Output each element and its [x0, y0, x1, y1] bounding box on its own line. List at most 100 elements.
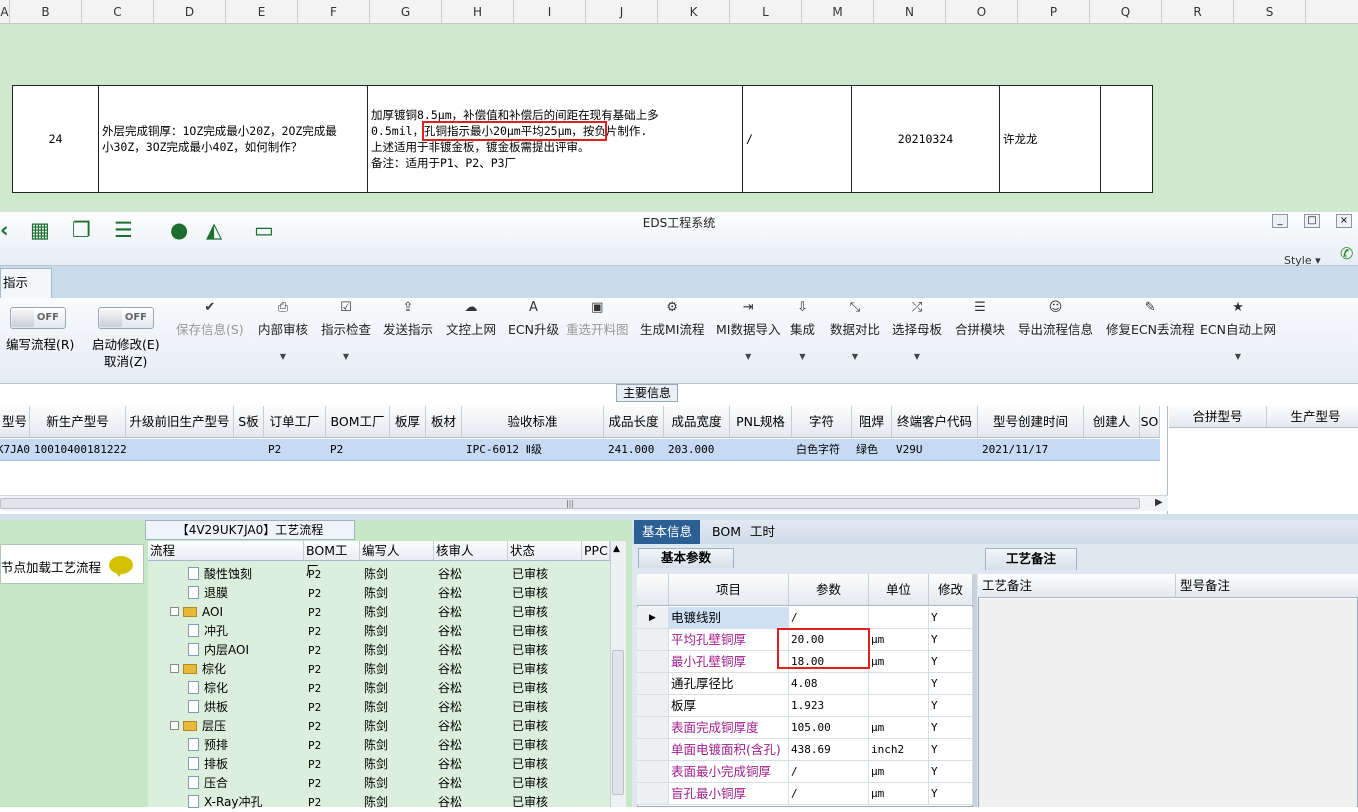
date-cell[interactable]: 20210324 [852, 86, 1000, 192]
param-value-cell[interactable]: / [789, 761, 869, 782]
column-header[interactable]: 修改 [929, 574, 973, 605]
list-item[interactable]: X-Ray冲孔 P2 陈剑 谷松 已审核 [148, 793, 582, 812]
column-header[interactable]: 板材 [426, 406, 462, 437]
column-header[interactable]: 创建人 [1084, 406, 1140, 437]
ribbon-button[interactable]: ☰ 合拼模块 [955, 300, 1005, 338]
column-header[interactable]: 型号创建时间 [978, 406, 1084, 437]
table-row[interactable]: ▶ 电镀线别 / Y [637, 607, 973, 629]
column-header[interactable]: 型号 [0, 406, 30, 437]
scroll-right-icon[interactable]: ▶ [1155, 497, 1163, 508]
ribbon-button[interactable]: ☺ 导出流程信息 [1018, 300, 1093, 338]
column-header[interactable]: BOM工厂 [304, 541, 360, 578]
table-cell[interactable] [390, 439, 426, 460]
column-header[interactable]: PPC [582, 541, 610, 560]
column-header[interactable]: S板 [234, 406, 264, 437]
param-scrollbar[interactable] [973, 574, 977, 807]
column-header[interactable]: D [154, 0, 226, 24]
maximize-icon[interactable]: □ [1304, 214, 1320, 228]
collapse-icon[interactable]: − [170, 607, 179, 616]
row-selector[interactable] [637, 695, 669, 716]
row-pointer-icon[interactable]: ▶ [637, 607, 669, 628]
list-item[interactable]: − 棕化 P2 陈剑 谷松 已审核 [148, 660, 582, 679]
column-header[interactable]: P [1018, 0, 1090, 24]
list-item[interactable]: 冲孔 P2 陈剑 谷松 已审核 [148, 622, 582, 641]
empty-cell[interactable] [1101, 86, 1152, 192]
table-cell[interactable] [730, 439, 792, 460]
tab-hours[interactable]: 工时 [742, 520, 783, 544]
ribbon-button[interactable]: ☁ 文控上网 [446, 300, 496, 338]
merge-model-header[interactable]: 合拼型号 [1169, 406, 1267, 427]
dropdown-arrow-icon[interactable]: ▼ [830, 352, 880, 361]
column-header[interactable]: N [874, 0, 946, 24]
table-cell[interactable] [126, 439, 234, 460]
column-header[interactable]: G [370, 0, 442, 24]
column-header[interactable]: 终端客户代码 [892, 406, 978, 437]
table-cell[interactable] [1084, 439, 1140, 460]
column-header[interactable]: 成品宽度 [664, 406, 730, 437]
phone-icon[interactable]: ✆ [1340, 244, 1353, 263]
person-cell[interactable]: 许龙龙 [1000, 86, 1101, 192]
table-row[interactable]: 表面完成铜厚度 105.00 μm Y [637, 717, 973, 739]
ribbon-button[interactable]: A ECN升级 [508, 300, 559, 338]
row-selector[interactable] [637, 629, 669, 650]
list-item[interactable]: 排板 P2 陈剑 谷松 已审核 [148, 755, 582, 774]
column-header[interactable]: 升级前旧生产型号 [126, 406, 234, 437]
row-selector[interactable] [637, 673, 669, 694]
table-cell[interactable]: V29U [892, 439, 978, 460]
column-header[interactable]: 订单工厂 [264, 406, 326, 437]
dropdown-arrow-icon[interactable]: ▼ [1200, 352, 1276, 361]
table-cell[interactable]: P2 [326, 439, 390, 460]
column-header[interactable]: B [10, 0, 82, 24]
column-header[interactable]: 验收标准 [462, 406, 604, 437]
column-header[interactable]: F [298, 0, 370, 24]
table-row[interactable]: 表面最小完成铜厚 / μm Y [637, 761, 973, 783]
column-header[interactable]: S [1234, 0, 1306, 24]
column-header[interactable]: 状态 [508, 541, 582, 560]
column-header[interactable]: L [730, 0, 802, 24]
list-item[interactable]: 压合 P2 陈剑 谷松 已审核 [148, 774, 582, 793]
param-value-cell[interactable]: / [789, 607, 869, 628]
param-value-cell[interactable]: 4.08 [789, 673, 869, 694]
table-cell[interactable]: 10010400181222 [30, 439, 126, 460]
table-cell[interactable]: V29UK7JA0 [0, 439, 30, 460]
row-selector[interactable] [637, 651, 669, 672]
column-header[interactable]: A [0, 0, 10, 24]
model-remark-header[interactable]: 型号备注 [1176, 574, 1358, 597]
start-modify-toggle[interactable]: OFF [98, 307, 154, 329]
table-cell[interactable]: 白色字符 [792, 439, 852, 460]
row-number-cell[interactable]: 24 [13, 86, 99, 192]
table-row[interactable]: V29UK7JA010010400181222 P2P2 IPC-6012 Ⅱ级24… [0, 439, 1160, 461]
dropdown-arrow-icon[interactable]: ▼ [716, 352, 780, 361]
column-header[interactable]: O [946, 0, 1018, 24]
list-item[interactable]: 退膜 P2 陈剑 谷松 已审核 [148, 584, 582, 603]
column-header[interactable]: H [442, 0, 514, 24]
column-header[interactable]: J [586, 0, 658, 24]
column-header[interactable]: 参数 [789, 574, 869, 605]
ribbon-button[interactable]: ⤮ 选择母板 ▼ [892, 300, 942, 361]
slash-cell[interactable]: / [743, 86, 852, 192]
column-header[interactable]: SO [1140, 406, 1160, 437]
row-selector[interactable] [637, 783, 669, 804]
collapse-icon[interactable]: − [170, 721, 179, 730]
list-item[interactable]: 内层AOI P2 陈剑 谷松 已审核 [148, 641, 582, 660]
ribbon-button[interactable]: ☑ 指示检查 ▼ [321, 300, 371, 361]
list-item[interactable]: 预排 P2 陈剑 谷松 已审核 [148, 736, 582, 755]
question-cell[interactable]: 外层完成铜厚：1OZ完成最小20Z，2OZ完成最 小30Z，3OZ完成最小40Z… [99, 86, 368, 192]
column-header[interactable]: 流程 [148, 541, 304, 560]
column-header[interactable]: PNL规格 [730, 406, 792, 437]
ribbon-button[interactable]: ⚙ 生成MI流程 [640, 300, 704, 338]
ribbon-button[interactable]: ⇩ 集成 ▼ [790, 300, 815, 361]
table-cell[interactable]: 241.000 [604, 439, 664, 460]
table-cell[interactable] [234, 439, 264, 460]
table-row[interactable]: 单面电镀面积(含孔) 438.69 inch2 Y [637, 739, 973, 761]
remarks-body[interactable] [979, 599, 1357, 807]
column-header[interactable]: 项目 [669, 574, 789, 605]
column-header[interactable]: 成品长度 [604, 406, 664, 437]
collapse-icon[interactable]: − [170, 664, 179, 673]
dropdown-arrow-icon[interactable]: ▼ [258, 352, 308, 361]
ribbon-button[interactable]: ⇪ 发送指示 [383, 300, 433, 338]
column-header[interactable]: 核审人 [434, 541, 508, 560]
column-header[interactable]: C [82, 0, 154, 24]
comment-icon[interactable] [109, 556, 133, 577]
table-cell[interactable] [426, 439, 462, 460]
